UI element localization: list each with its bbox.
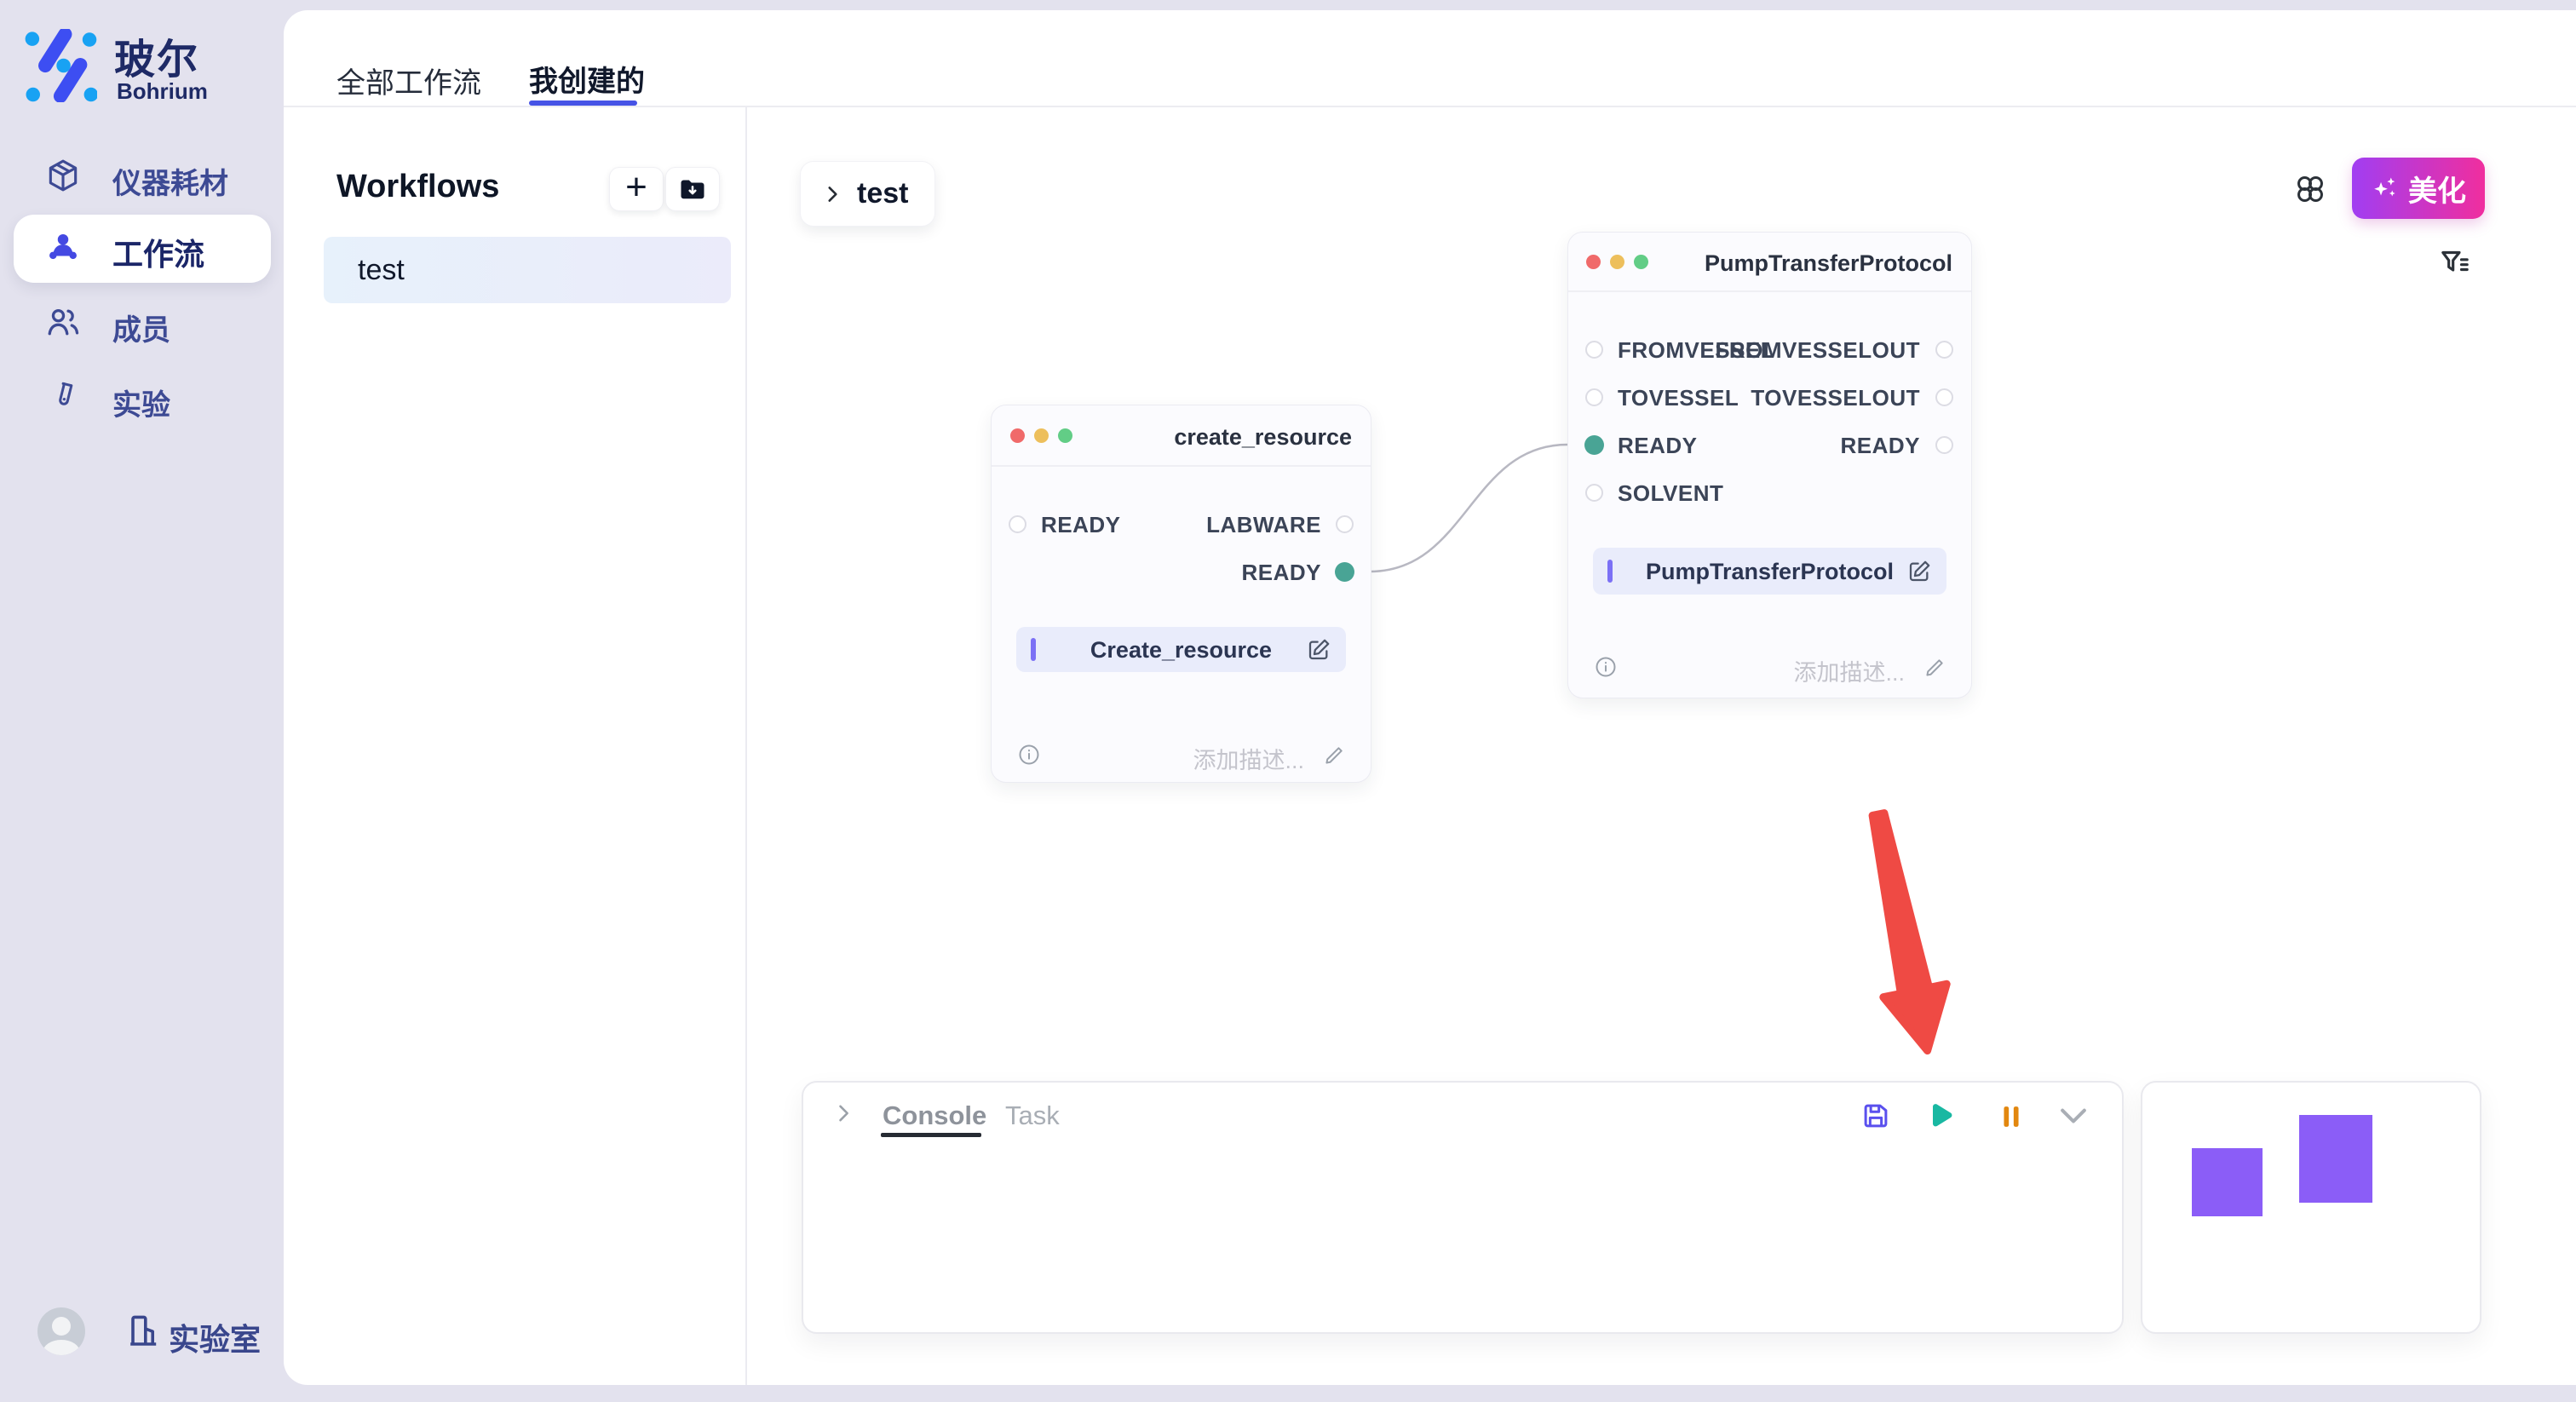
traffic-dot-yellow	[1610, 255, 1624, 269]
workflow-list-item-test[interactable]: test	[324, 237, 731, 303]
node-action-button[interactable]: Create_resource	[1016, 627, 1346, 672]
test-tube-icon	[47, 380, 81, 414]
sparkles-icon	[2371, 174, 2400, 203]
port-label: TOVESSEL	[1618, 385, 1739, 411]
save-icon[interactable]	[1860, 1100, 1892, 1132]
port-label: FROMVESSELOUT	[1715, 337, 1920, 364]
port-in-ready-connected[interactable]	[1584, 435, 1604, 455]
port-label: TOVESSELOUT	[1751, 385, 1920, 411]
bohrium-logo-icon	[24, 29, 97, 102]
port-in-fromvessel[interactable]	[1585, 341, 1603, 359]
run-play-icon[interactable]	[1921, 1098, 1957, 1134]
sidebar: 玻尔 Bohrium 仪器耗材 工作流	[0, 0, 284, 1402]
beautify-label: 美化	[2408, 168, 2466, 210]
port-out-labware[interactable]	[1336, 515, 1354, 533]
console-tab-console[interactable]: Console	[883, 1100, 986, 1131]
node-action-label: Create_resource	[1016, 637, 1346, 664]
port-out-ready[interactable]	[1935, 436, 1953, 454]
package-icon	[44, 157, 82, 194]
brand-logo	[24, 29, 97, 102]
tab-my-created[interactable]: 我创建的	[529, 58, 645, 100]
port-out-fromvesselout[interactable]	[1935, 341, 1953, 359]
layout-clover-icon[interactable]	[2294, 173, 2326, 205]
tabbar-divider	[284, 106, 2576, 107]
edit-square-icon[interactable]	[1906, 558, 1933, 585]
minimap[interactable]	[2141, 1081, 2481, 1334]
brand-name-zh: 玻尔	[114, 26, 199, 85]
sidebar-item-workflow[interactable]: 工作流	[0, 223, 284, 274]
canvas-breadcrumb-card[interactable]: test	[800, 161, 935, 227]
team-icon	[44, 228, 82, 266]
users-icon	[44, 303, 82, 341]
breadcrumb-label: test	[857, 177, 908, 210]
port-out-tovesselout[interactable]	[1935, 388, 1953, 406]
minimap-node-pump-transfer	[2299, 1115, 2372, 1203]
traffic-dot-yellow	[1034, 428, 1049, 443]
port-label: READY	[1840, 433, 1920, 459]
console-tab-task[interactable]: Task	[1005, 1100, 1060, 1131]
port-in-solvent[interactable]	[1585, 484, 1603, 502]
workflow-item-label: test	[358, 254, 405, 287]
collapse-chevron-down-icon[interactable]	[2055, 1102, 2092, 1131]
sidebar-item-label: 工作流	[112, 230, 204, 274]
node-action-button[interactable]: PumpTransferProtocol	[1593, 548, 1946, 595]
chevron-right-icon	[821, 183, 843, 205]
sidebar-item-label: 仪器耗材	[112, 160, 228, 202]
console-tab-underline	[881, 1133, 981, 1137]
node-action-label: PumpTransferProtocol	[1593, 559, 1946, 585]
panel-divider	[745, 107, 747, 1385]
sidebar-item-label: 实验	[112, 382, 170, 423]
pause-icon[interactable]	[1995, 1100, 2027, 1133]
plus-icon: +	[625, 169, 647, 206]
port-out-ready-connected[interactable]	[1335, 562, 1354, 582]
folder-download-icon	[677, 174, 708, 204]
port-label: READY	[1618, 433, 1698, 459]
sidebar-item-label: 成员	[112, 307, 170, 348]
sidebar-item-members[interactable]: 成员	[0, 300, 284, 348]
console-expand-chevron-icon[interactable]	[831, 1101, 855, 1125]
port-label: READY	[1041, 512, 1121, 538]
node-header: create_resource	[992, 405, 1371, 467]
traffic-dot-red	[1586, 255, 1601, 269]
port-in-tovessel[interactable]	[1585, 388, 1603, 406]
tab-all-workflows[interactable]: 全部工作流	[336, 60, 481, 101]
node-pump-transfer-protocol[interactable]: PumpTransferProtocol FROMVESSEL FROMVESS…	[1567, 232, 1972, 698]
avatar[interactable]	[37, 1307, 85, 1355]
add-workflow-button[interactable]: +	[609, 167, 664, 211]
brand-name-en: Bohrium	[117, 78, 208, 105]
info-icon[interactable]	[1017, 743, 1041, 767]
building-icon	[124, 1310, 165, 1351]
import-folder-button[interactable]	[665, 167, 720, 211]
port-in-ready[interactable]	[1009, 515, 1026, 533]
info-icon[interactable]	[1594, 655, 1618, 679]
beautify-button[interactable]: 美化	[2352, 158, 2485, 219]
workspace-label[interactable]: 实验室	[169, 1315, 261, 1359]
node-create-resource[interactable]: create_resource READY LABWARE READY Crea…	[991, 405, 1371, 783]
description-placeholder[interactable]: 添加描述...	[1193, 742, 1304, 775]
description-placeholder[interactable]: 添加描述...	[1793, 654, 1905, 687]
node-title: create_resource	[1174, 424, 1352, 451]
workflow-panel-title: Workflows	[336, 169, 499, 205]
active-tab-underline	[529, 101, 637, 106]
port-label: LABWARE	[1206, 512, 1321, 538]
edit-square-icon[interactable]	[1305, 636, 1332, 664]
traffic-dot-green	[1058, 428, 1072, 443]
pencil-icon[interactable]	[1923, 655, 1947, 679]
pencil-icon[interactable]	[1323, 743, 1347, 767]
filter-icon[interactable]	[2438, 246, 2472, 280]
node-header: PumpTransferProtocol	[1568, 233, 1971, 292]
port-label: READY	[1241, 560, 1321, 586]
traffic-dot-green	[1634, 255, 1648, 269]
app-root: 玻尔 Bohrium 仪器耗材 工作流	[0, 0, 2576, 1402]
port-label: SOLVENT	[1618, 480, 1723, 507]
minimap-node-create-resource	[2192, 1148, 2263, 1216]
node-title: PumpTransferProtocol	[1705, 250, 1952, 277]
sidebar-item-instruments[interactable]: 仪器耗材	[0, 153, 284, 201]
sidebar-item-experiments[interactable]: 实验	[0, 375, 284, 422]
traffic-dot-red	[1010, 428, 1025, 443]
